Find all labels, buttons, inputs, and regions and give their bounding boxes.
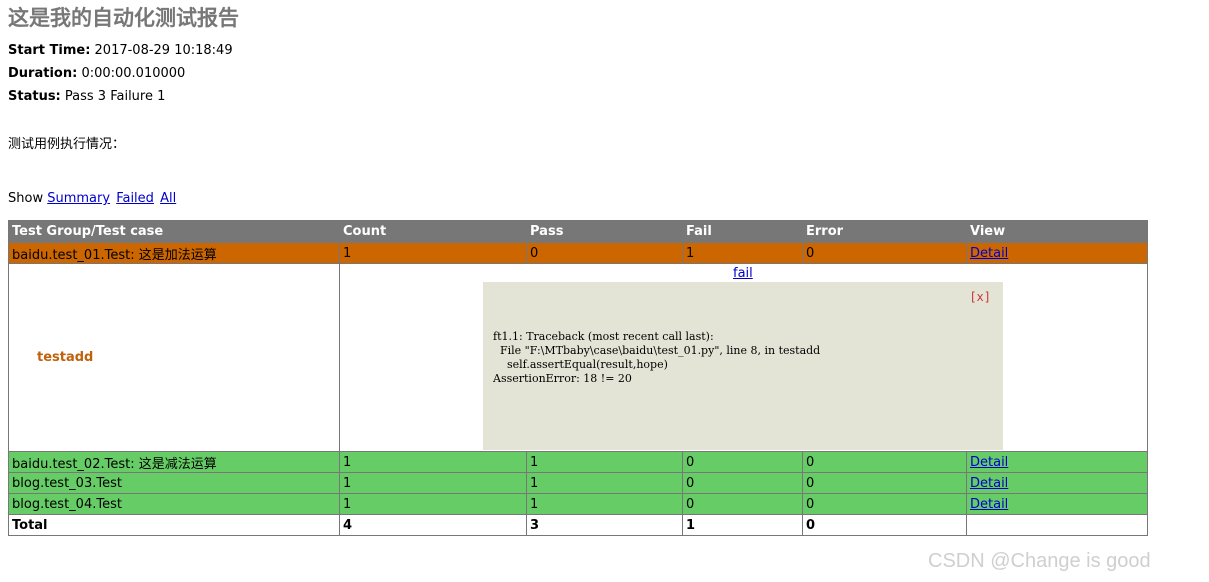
fail-cell: 0 — [682, 472, 803, 494]
test-case-row: testadd fail [x] ft1.1: Traceback (most … — [8, 263, 1148, 452]
duration-label: Duration: — [8, 66, 78, 81]
test-case-detail: fail [x] ft1.1: Traceback (most recent c… — [339, 263, 1148, 452]
count-cell: 1 — [339, 451, 527, 473]
table-row-pass: baidu.test_02.Test: 这是减法运算 1 1 0 0 Detai… — [8, 451, 1148, 473]
show-label: Show — [8, 191, 44, 206]
status-value: Pass 3 Failure 1 — [64, 89, 166, 104]
start-time: Start Time: 2017-08-29 10:18:49 — [8, 43, 233, 58]
pass-cell: 0 — [526, 242, 683, 264]
report-title: 这是我的自动化测试报告 — [8, 6, 239, 30]
fail-cell: 1 — [682, 242, 803, 264]
traceback-popup: [x] ft1.1: Traceback (most recent call l… — [483, 282, 1003, 450]
watermark-strong-text: CSDN @Change is good — [928, 550, 1151, 572]
header-count: Count — [339, 220, 527, 243]
report-description: 测试用例执行情况： — [8, 137, 126, 152]
result-table: Test Group/Test case Count Pass Fail Err… — [8, 220, 1148, 536]
error-cell: 0 — [802, 472, 967, 494]
start-time-value: 2017-08-29 10:18:49 — [94, 43, 233, 58]
detail-link[interactable]: Detail — [970, 497, 1008, 512]
total-view — [966, 514, 1148, 536]
show-filter-bar: Show Summary Failed All — [8, 191, 178, 206]
status-label: Status: — [8, 89, 61, 104]
count-cell: 1 — [339, 472, 527, 494]
total-row: Total 4 3 1 0 — [8, 514, 1148, 536]
error-cell: 0 — [802, 451, 967, 473]
error-cell: 0 — [802, 493, 967, 515]
total-count: 4 — [339, 514, 527, 536]
pass-cell: 1 — [526, 451, 683, 473]
header-group: Test Group/Test case — [8, 220, 340, 243]
start-time-label: Start Time: — [8, 43, 91, 58]
detail-link[interactable]: Detail — [970, 455, 1008, 470]
view-cell: Detail — [966, 472, 1148, 494]
total-label: Total — [8, 514, 340, 536]
total-error: 0 — [802, 514, 967, 536]
watermark: CSDN @Change is good — [928, 550, 1151, 573]
duration: Duration: 0:00:00.010000 — [8, 66, 185, 81]
header-view: View — [966, 220, 1148, 243]
view-cell: Detail — [966, 493, 1148, 515]
total-fail: 1 — [682, 514, 803, 536]
traceback-text: ft1.1: Traceback (most recent call last)… — [493, 330, 821, 385]
count-cell: 1 — [339, 493, 527, 515]
total-pass: 3 — [526, 514, 683, 536]
count-cell: 1 — [339, 242, 527, 264]
table-header-row: Test Group/Test case Count Pass Fail Err… — [8, 220, 1148, 243]
header-pass: Pass — [526, 220, 683, 243]
group-name: blog.test_03.Test — [8, 472, 340, 494]
pass-cell: 1 — [526, 472, 683, 494]
header-fail: Fail — [682, 220, 803, 243]
summary-link[interactable]: Summary — [47, 191, 110, 206]
error-cell: 0 — [802, 242, 967, 264]
table-row-pass: blog.test_03.Test 1 1 0 0 Detail — [8, 472, 1148, 494]
duration-value: 0:00:00.010000 — [81, 66, 186, 81]
test-case-name: testadd — [8, 263, 340, 452]
failed-link[interactable]: Failed — [116, 191, 154, 206]
fail-result-link[interactable]: fail — [733, 266, 753, 281]
fail-cell: 0 — [682, 451, 803, 473]
header-error: Error — [802, 220, 967, 243]
group-name: blog.test_04.Test — [8, 493, 340, 515]
view-cell: Detail — [966, 242, 1148, 264]
close-popup-button[interactable]: [x] — [969, 290, 991, 304]
view-cell: Detail — [966, 451, 1148, 473]
group-name: baidu.test_01.Test: 这是加法运算 — [8, 242, 340, 264]
fail-cell: 0 — [682, 493, 803, 515]
detail-link[interactable]: Detail — [970, 246, 1008, 261]
detail-link[interactable]: Detail — [970, 476, 1008, 491]
all-link[interactable]: All — [160, 191, 176, 206]
status: Status: Pass 3 Failure 1 — [8, 89, 165, 104]
table-row-fail: baidu.test_01.Test: 这是加法运算 1 0 1 0 Detai… — [8, 242, 1148, 264]
table-row-pass: blog.test_04.Test 1 1 0 0 Detail — [8, 493, 1148, 515]
group-name: baidu.test_02.Test: 这是减法运算 — [8, 451, 340, 473]
pass-cell: 1 — [526, 493, 683, 515]
